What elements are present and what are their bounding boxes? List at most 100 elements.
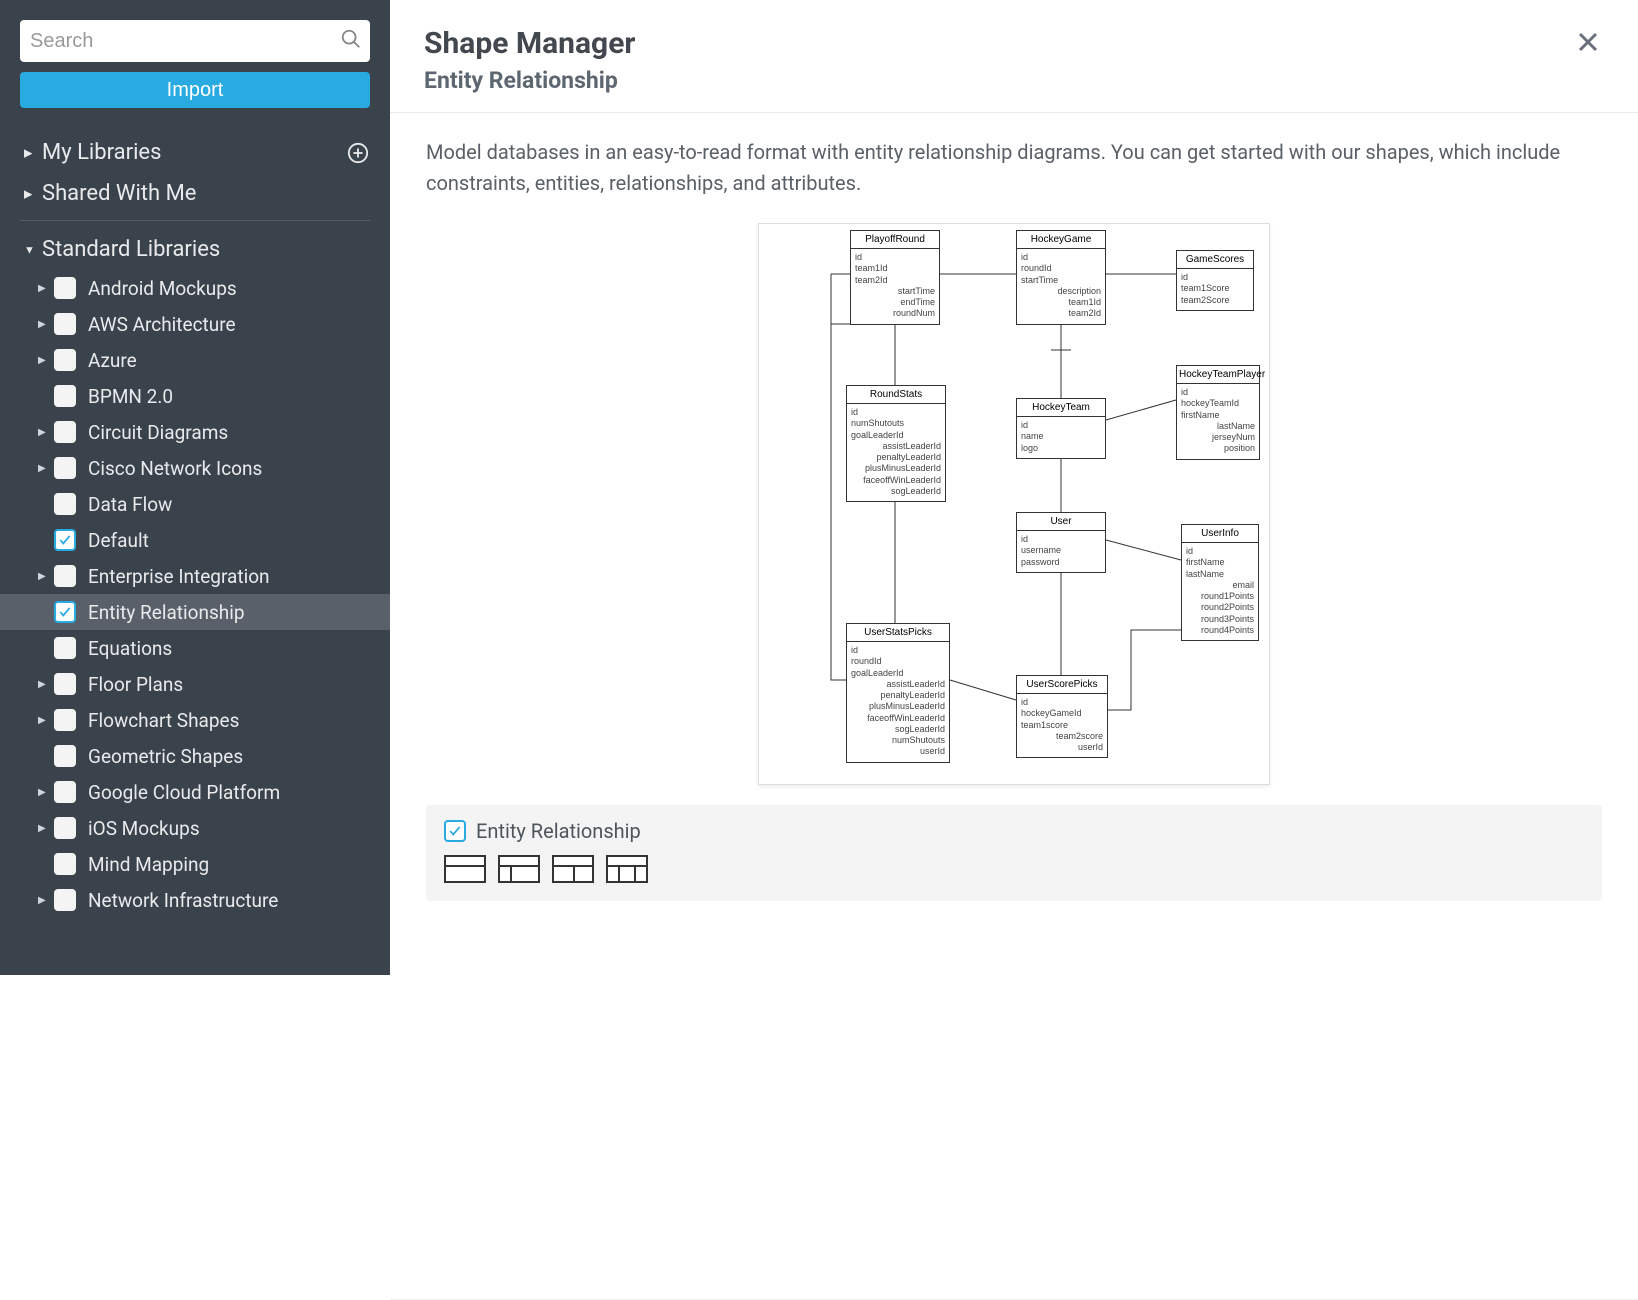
search-icon[interactable] xyxy=(340,28,362,54)
close-button[interactable] xyxy=(1572,26,1604,62)
section-label: My Libraries xyxy=(42,140,161,165)
entity-userscorepicks: UserScorePicksidhockeyGameIdteam1scorete… xyxy=(1016,675,1108,758)
checkbox[interactable] xyxy=(54,889,76,911)
shapes-checkbox[interactable] xyxy=(444,820,466,842)
diagram-preview: PlayoffRoundidteam1Idteam2IdstartTimeend… xyxy=(758,223,1270,785)
main-panel: Shape Manager Entity Relationship Model … xyxy=(390,0,1638,1300)
caret-right-icon: ▶ xyxy=(38,571,46,582)
entity-userstatspicks: UserStatsPicksidroundIdgoalLeaderIdassis… xyxy=(846,623,950,763)
section-standard-libraries[interactable]: ▼ Standard Libraries xyxy=(0,229,390,270)
sidebar-item-label: Flowchart Shapes xyxy=(88,709,239,732)
checkbox[interactable] xyxy=(54,385,76,407)
caret-right-icon: ▶ xyxy=(38,355,46,366)
entity-hockeygame: HockeyGameidroundIdstartTimedescriptiont… xyxy=(1016,230,1106,325)
sidebar-item-geometric-shapes[interactable]: ▶Geometric Shapes xyxy=(0,738,390,774)
sidebar-item-ios-mockups[interactable]: ▶ iOS Mockups xyxy=(0,810,390,846)
shapes-header: Entity Relationship xyxy=(444,819,1584,843)
sidebar-item-label: Floor Plans xyxy=(88,673,183,696)
search-input[interactable] xyxy=(30,30,340,53)
checkbox[interactable] xyxy=(54,781,76,803)
sidebar-item-label: Equations xyxy=(88,637,172,660)
section-shared-with-me[interactable]: ▶ Shared With Me xyxy=(0,173,390,214)
entity-roundstats: RoundStatsidnumShutoutsgoalLeaderIdassis… xyxy=(846,385,946,502)
sidebar-item-label: AWS Architecture xyxy=(88,313,236,336)
checkbox[interactable] xyxy=(54,529,76,551)
checkbox[interactable] xyxy=(54,313,76,335)
shapes-panel: Entity Relationship xyxy=(426,805,1602,901)
sidebar-item-label: iOS Mockups xyxy=(88,817,200,840)
caret-right-icon: ▶ xyxy=(38,427,46,438)
checkbox[interactable] xyxy=(54,565,76,587)
sidebar-item-equations[interactable]: ▶Equations xyxy=(0,630,390,666)
section-divider xyxy=(20,220,370,221)
sidebar-item-label: Mind Mapping xyxy=(88,853,209,876)
sidebar-item-label: Enterprise Integration xyxy=(88,565,270,588)
add-library-button[interactable] xyxy=(346,141,370,165)
checkbox[interactable] xyxy=(54,637,76,659)
caret-right-icon: ▶ xyxy=(38,283,46,294)
sidebar-item-label: Circuit Diagrams xyxy=(88,421,228,444)
section-label: Standard Libraries xyxy=(42,237,220,262)
sidebar-item-default[interactable]: ▶Default xyxy=(0,522,390,558)
caret-right-icon: ▶ xyxy=(38,319,46,330)
entity-playoffround: PlayoffRoundidteam1Idteam2IdstartTimeend… xyxy=(850,230,940,325)
checkbox[interactable] xyxy=(54,853,76,875)
sidebar-top: Import xyxy=(0,0,390,118)
sidebar-item-label: Default xyxy=(88,529,149,552)
checkbox[interactable] xyxy=(54,745,76,767)
shape-entity-two-col-icon[interactable] xyxy=(552,855,594,883)
section-label: Shared With Me xyxy=(42,181,196,206)
sidebar-item-network-infrastructure[interactable]: ▶Network Infrastructure xyxy=(0,882,390,918)
shape-entity-icon[interactable] xyxy=(444,855,486,883)
sidebar-item-flowchart-shapes[interactable]: ▶ Flowchart Shapes xyxy=(0,702,390,738)
caret-right-icon: ▶ xyxy=(38,679,46,690)
main-header: Shape Manager Entity Relationship xyxy=(390,0,1638,113)
entity-user: Useridusernamepassword xyxy=(1016,512,1106,573)
checkbox[interactable] xyxy=(54,601,76,623)
sidebar-item-bpmn-2-0[interactable]: ▶BPMN 2.0 xyxy=(0,378,390,414)
sidebar-item-mind-mapping[interactable]: ▶Mind Mapping xyxy=(0,846,390,882)
sidebar-item-floor-plans[interactable]: ▶ Floor Plans xyxy=(0,666,390,702)
caret-right-icon: ▶ xyxy=(38,463,46,474)
section-my-libraries[interactable]: ▶ My Libraries xyxy=(0,132,390,173)
sidebar-item-data-flow[interactable]: ▶Data Flow xyxy=(0,486,390,522)
import-button[interactable]: Import xyxy=(20,72,370,108)
checkbox[interactable] xyxy=(54,709,76,731)
shapes-row xyxy=(444,855,1584,883)
titles: Shape Manager Entity Relationship xyxy=(424,26,1572,94)
sidebar-item-android-mockups[interactable]: ▶ Android Mockups xyxy=(0,270,390,306)
checkbox[interactable] xyxy=(54,421,76,443)
entity-gamescores: GameScoresidteam1Scoreteam2Score xyxy=(1176,250,1254,311)
sidebar-item-cisco-network-icons[interactable]: ▶ Cisco Network Icons xyxy=(0,450,390,486)
sidebar-item-label: Geometric Shapes xyxy=(88,745,243,768)
sidebar-item-google-cloud-platform[interactable]: ▶Google Cloud Platform xyxy=(0,774,390,810)
main-body: Model databases in an easy-to-read forma… xyxy=(390,113,1638,911)
shape-entity-three-col-icon[interactable] xyxy=(606,855,648,883)
caret-right-icon: ▶ xyxy=(38,715,46,726)
sidebar-scroll[interactable]: ▶ My Libraries ▶ Shared With Me ▼ Standa… xyxy=(0,118,390,975)
sidebar-item-azure[interactable]: ▶ Azure xyxy=(0,342,390,378)
checkbox[interactable] xyxy=(54,457,76,479)
checkbox[interactable] xyxy=(54,349,76,371)
sidebar-item-label: Data Flow xyxy=(88,493,172,516)
sidebar-item-label: Cisco Network Icons xyxy=(88,457,262,480)
checkbox[interactable] xyxy=(54,493,76,515)
page-subtitle: Entity Relationship xyxy=(424,67,1572,94)
erd-canvas: PlayoffRoundidteam1Idteam2IdstartTimeend… xyxy=(771,230,1261,778)
sidebar-item-enterprise-integration[interactable]: ▶ Enterprise Integration xyxy=(0,558,390,594)
checkbox[interactable] xyxy=(54,277,76,299)
sidebar-item-aws-architecture[interactable]: ▶ AWS Architecture xyxy=(0,306,390,342)
entity-hockeyteamplayer: HockeyTeamPlayeridhockeyTeamIdfirstNamel… xyxy=(1176,365,1260,460)
entity-userinfo: UserInfoidfirstNamelastNameemailround1Po… xyxy=(1181,524,1259,641)
sidebar-item-label: Azure xyxy=(88,349,137,372)
sidebar-item-label: Android Mockups xyxy=(88,277,237,300)
checkbox[interactable] xyxy=(54,817,76,839)
caret-right-icon: ▶ xyxy=(38,823,46,834)
sidebar-item-circuit-diagrams[interactable]: ▶ Circuit Diagrams xyxy=(0,414,390,450)
sidebar-item-label: Network Infrastructure xyxy=(88,889,278,912)
library-list: ▶Android Mockups▶AWS Architecture▶Azure▶… xyxy=(0,270,390,918)
sidebar: Import ▶ My Libraries ▶ Shared With Me ▼… xyxy=(0,0,390,975)
checkbox[interactable] xyxy=(54,673,76,695)
sidebar-item-entity-relationship[interactable]: ▶Entity Relationship xyxy=(0,594,390,630)
shape-entity-left-col-icon[interactable] xyxy=(498,855,540,883)
